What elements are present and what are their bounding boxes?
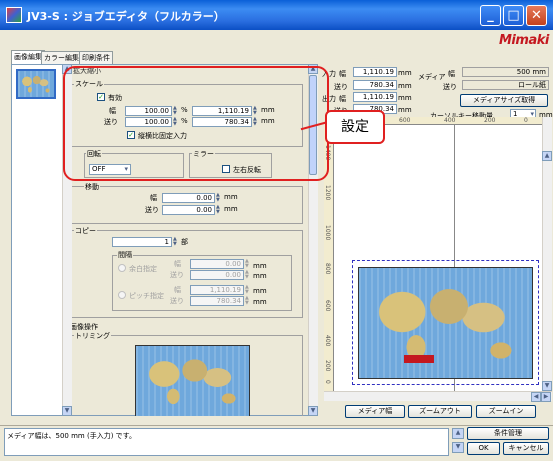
- output-width-label: 幅: [339, 95, 346, 103]
- tab-print-conditions[interactable]: 印刷条件: [79, 51, 113, 64]
- mm-unit: mm: [224, 205, 238, 213]
- mm-unit: mm: [398, 106, 412, 114]
- window-title: JV3-S : ジョブエディタ（フルカラー）: [27, 10, 225, 23]
- interval-label: 間隔: [117, 250, 133, 260]
- tab-image-edit[interactable]: 画像編集: [11, 50, 45, 64]
- move-width-label: 幅: [150, 194, 157, 202]
- scroll-up-icon[interactable]: ▲: [542, 151, 552, 161]
- pitch-width-spinner[interactable]: ▲ ▼: [245, 285, 251, 295]
- canvas-hscrollbar[interactable]: ◀ ▶: [324, 391, 552, 402]
- scroll-right-icon[interactable]: ▶: [541, 392, 551, 402]
- pitch-radio[interactable]: [118, 291, 126, 299]
- pitch-feed-label: 送り: [170, 297, 184, 305]
- media-width-button[interactable]: メディア幅: [345, 405, 405, 418]
- trim-label: トリミング: [74, 331, 111, 341]
- mm-unit: mm: [253, 262, 267, 270]
- ruler-tick: 600: [399, 117, 411, 124]
- settings-callout: 設定: [325, 110, 385, 144]
- input-width-label: 幅: [339, 70, 346, 78]
- move-width-spinner[interactable]: ▲ ▼: [216, 193, 222, 203]
- job-thumbnail[interactable]: [16, 69, 56, 99]
- pitch-feed-spinner[interactable]: ▲ ▼: [245, 296, 251, 306]
- mm-unit: mm: [253, 298, 267, 306]
- move-group-label: 移動: [84, 182, 100, 192]
- copy-count-spinner[interactable]: ▲ ▼: [173, 237, 179, 247]
- media-width-label: 幅: [448, 70, 455, 78]
- pitch-width-label: 幅: [174, 286, 181, 294]
- ruler-tick: 400: [324, 335, 331, 347]
- pitch-label: ピッチ指定: [129, 292, 164, 300]
- auto-width-spinner[interactable]: ▲ ▼: [245, 259, 251, 269]
- mm-unit: mm: [398, 69, 412, 77]
- media-feed-label: 送り: [443, 83, 457, 91]
- input-feed-value: 780.34: [353, 80, 397, 90]
- condition-management-button[interactable]: 条件管理: [467, 427, 549, 440]
- media-width-value: 500 mm: [462, 67, 549, 77]
- pitch-width-input[interactable]: 1,110.19: [190, 285, 244, 295]
- mm-unit: mm: [253, 287, 267, 295]
- ruler-tick: 0: [524, 117, 528, 124]
- mm-unit: mm: [398, 82, 412, 90]
- status-message: メディア幅は、500 mm (手入力) です。: [4, 428, 449, 456]
- scroll-down-icon[interactable]: ▼: [542, 381, 552, 391]
- mm-unit: mm: [253, 272, 267, 280]
- zoom-out-button[interactable]: ズームアウト: [408, 405, 472, 418]
- job-preview-image[interactable]: [358, 267, 533, 379]
- ruler-tick: 200: [324, 360, 331, 372]
- scroll-down-icon[interactable]: ▼: [62, 406, 72, 416]
- copy-count-unit: 部: [181, 238, 188, 246]
- close-button[interactable]: ✕: [526, 5, 547, 26]
- preview-canvas[interactable]: [334, 125, 542, 391]
- ruler-tick: 1000: [324, 225, 331, 241]
- ruler-tick: 600: [324, 300, 331, 312]
- auto-margin-radio[interactable]: [118, 264, 126, 272]
- zoom-in-button[interactable]: ズームイン: [476, 405, 536, 418]
- input-width-value: 1,110.19: [353, 67, 397, 77]
- mm-unit: mm: [398, 94, 412, 102]
- media-feed-value: ロール紙: [462, 80, 549, 90]
- status-scroll-down-icon[interactable]: ▼: [452, 442, 464, 453]
- copy-group-label: コピー: [74, 226, 97, 236]
- mm-unit: mm: [224, 193, 238, 201]
- ruler-tick: 200: [484, 117, 496, 124]
- auto-feed-spinner[interactable]: ▲ ▼: [245, 270, 251, 280]
- input-feed-label: 送り: [334, 83, 348, 91]
- settings-highlight-frame: [63, 66, 329, 181]
- move-width-input[interactable]: 0.00: [162, 193, 215, 203]
- get-media-size-button[interactable]: メディアサイズ取得: [460, 94, 548, 107]
- pitch-feed-input[interactable]: 780.34: [190, 296, 244, 306]
- ruler-tick: 1200: [324, 185, 331, 201]
- tab-color-edit[interactable]: カラー編集: [41, 51, 82, 64]
- move-feed-input[interactable]: 0.00: [162, 205, 215, 215]
- auto-feed-input[interactable]: 0.00: [190, 270, 244, 280]
- thumbnail-list[interactable]: [11, 64, 63, 416]
- ruler-tick: 0: [324, 380, 331, 384]
- app-icon: [6, 7, 22, 23]
- auto-margin-label: 余白指定: [129, 265, 157, 273]
- mimaki-logo-mark: [404, 355, 434, 363]
- scroll-left-icon[interactable]: ◀: [531, 392, 541, 402]
- auto-width-label: 幅: [174, 260, 181, 268]
- cancel-button[interactable]: キャンセル: [503, 442, 549, 455]
- output-width-value: 1,110.19: [353, 92, 397, 102]
- move-feed-spinner[interactable]: ▲ ▼: [216, 205, 222, 215]
- maximize-button[interactable]: □: [503, 5, 524, 26]
- minimize-button[interactable]: _: [480, 5, 501, 26]
- toolbar-strip: [0, 30, 553, 50]
- ruler-tick: 400: [444, 117, 456, 124]
- copy-count-input[interactable]: 1: [112, 237, 172, 247]
- auto-width-input[interactable]: 0.00: [190, 259, 244, 269]
- move-feed-label: 送り: [145, 206, 159, 214]
- ruler-tick: 800: [324, 263, 331, 275]
- media-label: メディア: [418, 73, 446, 81]
- brand-logo: Mimaki: [499, 33, 549, 48]
- status-scroll-up-icon[interactable]: ▲: [452, 428, 464, 439]
- ok-button[interactable]: OK: [467, 442, 500, 455]
- auto-feed-label: 送り: [170, 271, 184, 279]
- trim-preview-image[interactable]: [135, 345, 250, 416]
- scroll-down-icon[interactable]: ▼: [308, 406, 318, 416]
- canvas-vscrollbar[interactable]: ▲ ▼: [542, 117, 552, 391]
